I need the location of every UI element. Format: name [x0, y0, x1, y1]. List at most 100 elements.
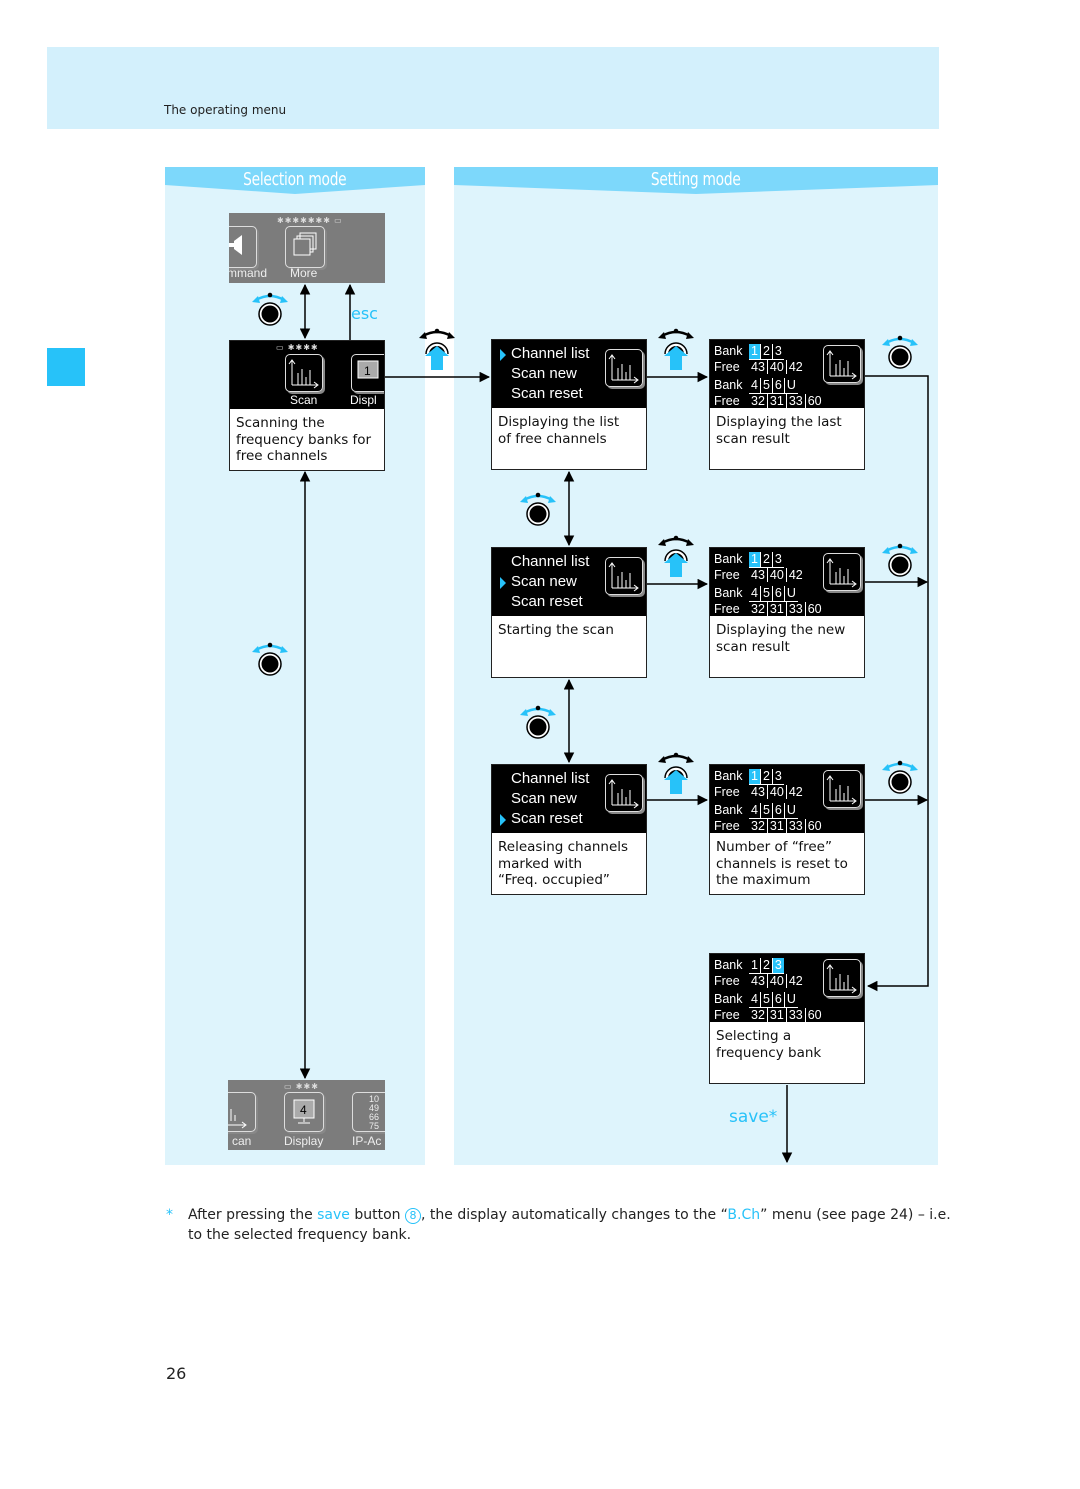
menu-item-label: Scan reset [511, 385, 583, 402]
bank-cell: 32 [751, 601, 765, 616]
bank-screen: Bank 1 2 3 Free 43 40 42 Bank 4 5 6 U Free 32 31 33 60 [710, 340, 864, 408]
bank-cell: 5 [759, 378, 772, 393]
menu-ref: B.Ch [727, 1207, 761, 1223]
bank-cell: 1 [749, 552, 760, 567]
bank-cell: 5 [759, 803, 772, 818]
bank-screen: Bank 1 2 3 Free 43 40 42 Bank 4 5 6 U Free 32 31 33 60 [710, 765, 864, 833]
bank-cell: 5 [759, 992, 772, 1007]
bank-cell: 4 [751, 803, 758, 817]
bank-cell: 60 [804, 393, 824, 408]
button-number-badge: 8 [405, 1208, 421, 1224]
bank-cell: U [783, 992, 798, 1007]
bank-label: Bank [714, 992, 743, 1006]
bank-cell: 31 [766, 1007, 786, 1022]
menu-item-label: Scan reset [511, 810, 583, 827]
selection-cursor-icon [500, 349, 506, 361]
bank-description: Number of “free” channels is reset to th… [716, 839, 848, 888]
menu-label-command: mmand [229, 266, 268, 280]
bank-description: Displaying the last scan result [716, 414, 842, 447]
jog-dial-rotate-icon [520, 705, 556, 739]
menu-item-label: Scan reset [511, 593, 583, 610]
jog-dial-rotate-icon [882, 760, 918, 794]
selection-mode-title: Selection mode [243, 169, 347, 190]
bank-cell: U [783, 378, 798, 393]
free-label: Free [714, 818, 740, 833]
jog-dial-rotate-icon [252, 642, 288, 676]
esc-label: esc [351, 304, 378, 323]
bank-description: Displaying the new scan result [716, 622, 846, 655]
free-label: Free [714, 359, 740, 374]
free-label: Free [714, 1007, 740, 1022]
bank-cell: 40 [766, 567, 786, 582]
menu-label-scan: can [232, 1134, 252, 1148]
bank-cell: 33 [785, 818, 805, 833]
menu-item-label: Scan new [511, 573, 577, 590]
free-label: Free [714, 567, 740, 582]
bank-cell: 1 [749, 344, 760, 359]
scan-chart-icon [823, 553, 861, 591]
menu-item-label: Channel list [511, 770, 590, 787]
bank-cell: 40 [766, 359, 786, 374]
bank-cell: 60 [804, 818, 824, 833]
setting-mode-title: Setting mode [651, 169, 741, 190]
channel-menu-card: Channel list Scan new Scan reset Releasing… [491, 764, 647, 895]
bank-cell: 42 [785, 973, 805, 988]
footnote: * After pressing the save button 8, the … [166, 1205, 956, 1245]
ip-digit: 75 [368, 1121, 379, 1131]
bank-label: Bank [714, 769, 743, 783]
bank-result-card: Bank 1 2 3 Free 43 40 42 Bank 4 5 6 U Free 32 31 33 60… [709, 953, 865, 1084]
menu-label-display: Display [284, 1134, 324, 1148]
page-number: 26 [166, 1364, 187, 1383]
display-icon: 4 [284, 1092, 324, 1132]
bank-cell: 2 [759, 958, 772, 973]
bank-result-card: Bank 1 2 3 Free 43 40 42 Bank 4 5 6 U Free 32 31 33 60… [709, 339, 865, 470]
bank-cell: 2 [759, 552, 772, 567]
bank-result-card: Bank 1 2 3 Free 43 40 42 Bank 4 5 6 U Free 32 31 33 60… [709, 764, 865, 895]
bank-cell: 40 [766, 784, 786, 799]
status-indicators: ✱✱✱✱✱✱✱ ▭ [277, 216, 343, 225]
bank-cell: 6 [771, 992, 784, 1007]
footnote-text: , the display automatically changes to t… [421, 1207, 728, 1223]
free-label: Free [714, 784, 740, 799]
bank-result-card: Bank 1 2 3 Free 43 40 42 Bank 4 5 6 U Free 32 31 33 60… [709, 547, 865, 678]
bank-label: Bank [714, 958, 743, 972]
bank-cell: 33 [785, 1007, 805, 1022]
channel-menu-screen: Channel list Scan new Scan reset [492, 548, 646, 616]
channel-menu-card: Channel list Scan new Scan reset Displayin… [491, 339, 647, 470]
bank-cell: 32 [751, 818, 765, 833]
selection-cursor-icon [500, 577, 506, 589]
free-label: Free [714, 973, 740, 988]
bank-cell: 42 [785, 359, 805, 374]
bank-cell: U [783, 586, 798, 601]
bank-description: Selecting a frequency bank [716, 1028, 822, 1061]
scan-chart-icon [823, 959, 861, 997]
selection-mode-column: Selection mode [165, 167, 425, 1165]
bank-cell: 1 [751, 958, 758, 972]
bank-cell: 3 [771, 958, 784, 973]
bank-label: Bank [714, 586, 743, 600]
scan-screen: ▭ ✱✱✱✱ 1 Scan Displ [230, 341, 384, 409]
bank-cell: 4 [751, 586, 758, 600]
jog-dial-press-icon [658, 535, 694, 577]
menu-screen-display: ▭ ✱✱✱ 4 10 49 66 75 can Display IP-Ac [228, 1080, 385, 1150]
bank-cell: 42 [785, 567, 805, 582]
free-label: Free [714, 601, 740, 616]
status-indicators: ▭ ✱✱✱ [284, 1082, 319, 1091]
bank-cell: 5 [759, 586, 772, 601]
menu-label-display: Displ [350, 393, 377, 407]
bank-cell: 6 [771, 586, 784, 601]
bank-cell: 42 [785, 784, 805, 799]
jog-dial-press-icon [658, 328, 694, 370]
menu-item-label: Channel list [511, 345, 590, 362]
scan-chart-icon [605, 774, 643, 812]
bank-cell: 43 [751, 973, 765, 988]
jog-dial-press-icon [419, 328, 455, 370]
bank-cell: 43 [751, 359, 765, 374]
bank-cell: 60 [804, 601, 824, 616]
menu-description: Starting the scan [498, 622, 614, 638]
free-label: Free [714, 393, 740, 408]
channel-menu-screen: Channel list Scan new Scan reset [492, 340, 646, 408]
footnote-text: button [349, 1207, 405, 1223]
setting-mode-header: Setting mode [454, 167, 938, 197]
menu-item-label: Channel list [511, 553, 590, 570]
